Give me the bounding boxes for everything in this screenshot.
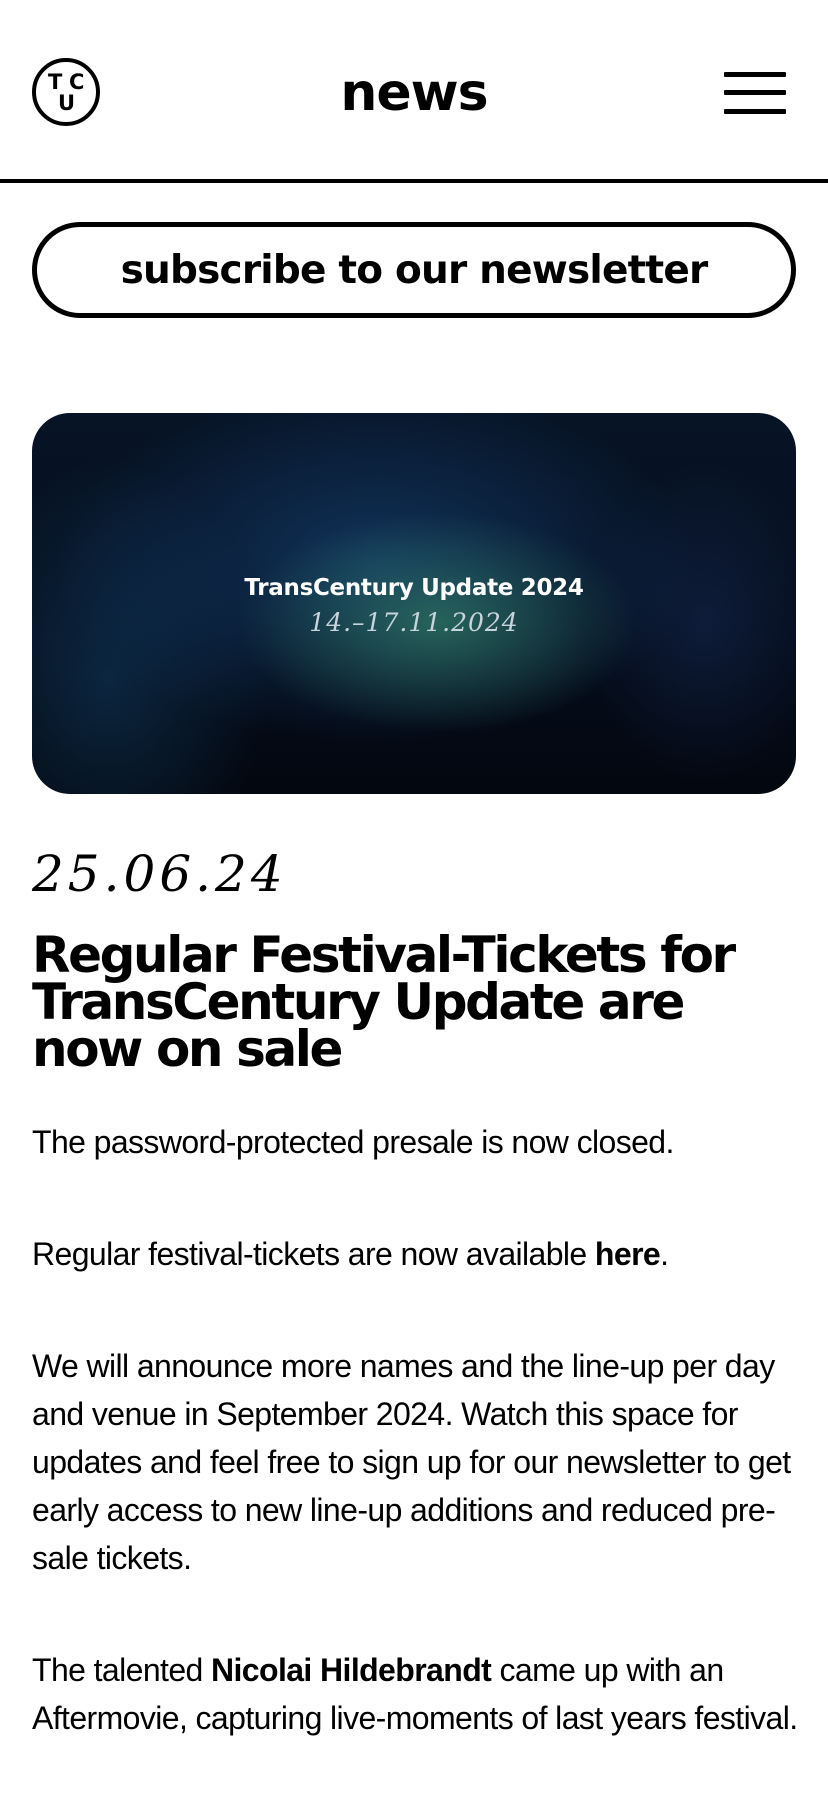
paragraph-text: The password-protected presale is now cl… [32, 1124, 674, 1160]
site-header: T C U news [0, 0, 828, 183]
hamburger-menu-icon[interactable] [724, 70, 786, 118]
paragraph-tickets: Regular festival-tickets are now availab… [32, 1230, 802, 1278]
article-headline: Regular Festival-Tickets for TransCentur… [32, 926, 736, 1078]
paragraph-aftermovie: The talented Nicolai Hildebrandt came up… [32, 1646, 802, 1742]
post-date: 25.06.24 [32, 845, 287, 903]
paragraph-text: Regular festival-tickets are now availab… [32, 1236, 595, 1272]
subscribe-newsletter-button[interactable]: subscribe to our newsletter [32, 222, 796, 318]
paragraph-lineup: We will announce more names and the line… [32, 1342, 802, 1582]
hero-dates: 14.–17.11.2024 [309, 608, 519, 637]
menu-bar [724, 72, 786, 77]
menu-bar [724, 90, 786, 95]
paragraph-text: We will announce more names and the line… [32, 1348, 791, 1576]
hero-image[interactable]: TransCentury Update 2024 14.–17.11.2024 [32, 413, 796, 794]
paragraph-text: The talented [32, 1652, 211, 1688]
article-body: The password-protected presale is now cl… [32, 1118, 802, 1806]
tickets-here-link[interactable]: here [595, 1236, 661, 1272]
nicolai-hildebrandt-name: Nicolai Hildebrandt [211, 1652, 492, 1688]
hero-title: TransCentury Update 2024 [244, 575, 584, 601]
page-title: news [340, 63, 488, 123]
paragraph-presale: The password-protected presale is now cl… [32, 1118, 802, 1166]
paragraph-text: . [660, 1236, 669, 1272]
menu-bar [724, 109, 786, 114]
